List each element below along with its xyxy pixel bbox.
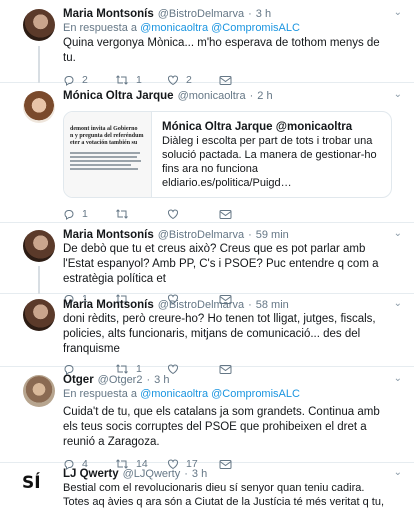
reply-prefix: En respuesta a xyxy=(63,388,137,400)
separator: · xyxy=(184,468,188,480)
tweet[interactable]: Maria Montsonís @BistroDelmarva · 3 h ⌄ … xyxy=(0,0,414,86)
avatar[interactable] xyxy=(23,9,55,41)
timestamp[interactable]: 59 min xyxy=(256,228,289,242)
reply-count: 1 xyxy=(82,208,88,220)
tweet-text: Cuida't de tu, que els catalans ja som g… xyxy=(63,406,380,448)
reply-button[interactable]: 1 xyxy=(63,208,115,220)
separator: · xyxy=(248,229,252,241)
chevron-down-icon[interactable]: ⌄ xyxy=(394,89,402,100)
tweet-actions: 1 xyxy=(63,207,392,221)
author-name[interactable]: Mónica Oltra Jarque xyxy=(63,89,174,103)
author-handle[interactable]: @BistroDelmarva xyxy=(158,298,244,312)
tweet-text: Bestial com el revolucionaris dieu sí se… xyxy=(63,482,384,508)
tweet-text: Quina vergonya Mònica... m'ho esperava d… xyxy=(63,37,380,64)
thumb-text-line xyxy=(70,168,139,170)
author-handle[interactable]: @BistroDelmarva xyxy=(158,7,244,21)
thumb-headline: eter a votación también su xyxy=(70,140,138,146)
avatar[interactable] xyxy=(23,91,55,123)
retweet-icon xyxy=(116,209,128,219)
like-button[interactable] xyxy=(167,208,219,220)
timestamp[interactable]: 3 h xyxy=(192,467,207,481)
tweet[interactable]: Maria Montsonís @BistroDelmarva · 59 min… xyxy=(0,223,414,305)
chevron-down-icon[interactable]: ⌄ xyxy=(394,373,402,384)
reply-to-link[interactable]: @monicaoltra @CompromisALC xyxy=(140,388,300,400)
timestamp[interactable]: 58 min xyxy=(256,298,289,312)
thumb-headline: n y pregunta del referéndum xyxy=(70,133,144,139)
thumb-headline: demont invita al Gobierno xyxy=(70,126,138,132)
chevron-down-icon[interactable]: ⌄ xyxy=(394,228,402,239)
author-name[interactable]: Maria Montsonís xyxy=(63,298,154,312)
thread-line xyxy=(38,266,40,294)
author-name[interactable]: Maria Montsonís xyxy=(63,7,154,21)
author-name[interactable]: Otger xyxy=(63,373,94,387)
thumb-text-line xyxy=(70,160,142,162)
tweet[interactable]: Mónica Oltra Jarque @monicaoltra · 2 h ⌄… xyxy=(0,83,414,223)
dm-icon xyxy=(219,209,232,219)
chevron-down-icon[interactable]: ⌄ xyxy=(394,7,402,18)
separator: · xyxy=(146,374,151,386)
avatar[interactable] xyxy=(23,230,55,262)
timestamp[interactable]: 3 h xyxy=(154,373,169,387)
separator: · xyxy=(248,299,252,311)
like-icon xyxy=(167,209,179,220)
tweet-text: doni rèdits, però creure-ho? Ho tenen to… xyxy=(63,313,376,355)
card-thumbnail: demont invita al Gobierno n y pregunta d… xyxy=(64,112,152,197)
reply-prefix: En respuesta a xyxy=(63,22,137,34)
dm-button[interactable] xyxy=(219,209,271,220)
author-name[interactable]: LJ Qwerty xyxy=(63,467,119,481)
avatar[interactable] xyxy=(23,299,55,331)
thumb-text-line xyxy=(70,164,131,166)
tweet[interactable]: Maria Montsonís @BistroDelmarva · 58 min… xyxy=(0,294,414,375)
reply-icon xyxy=(64,210,74,220)
author-handle[interactable]: @LJQwerty xyxy=(123,467,181,481)
reply-to-link[interactable]: @monicaoltra @CompromisALC xyxy=(140,22,300,34)
reply-context: En respuesta a @monicaoltra @CompromisAL… xyxy=(63,387,392,402)
tweet-feed: Maria Montsonís @BistroDelmarva · 3 h ⌄ … xyxy=(0,0,414,510)
chevron-down-icon[interactable]: ⌄ xyxy=(394,467,402,478)
thread-line xyxy=(38,46,40,83)
tweet[interactable]: SÍ LJ Qwerty @LJQwerty · 3 h ⌄ Bestial c… xyxy=(0,463,414,510)
avatar[interactable] xyxy=(23,375,55,407)
separator: · xyxy=(249,90,254,102)
retweet-button[interactable] xyxy=(115,208,167,220)
quoted-tweet-card[interactable]: demont invita al Gobierno n y pregunta d… xyxy=(63,111,392,198)
author-name[interactable]: Maria Montsonís xyxy=(63,228,154,242)
chevron-down-icon[interactable]: ⌄ xyxy=(394,298,402,309)
timestamp[interactable]: 3 h xyxy=(256,7,271,21)
thumb-text-line xyxy=(70,152,140,154)
tweet-text: De debò que tu et creus això? Creus que … xyxy=(63,243,379,285)
separator: · xyxy=(248,8,252,20)
author-handle[interactable]: @BistroDelmarva xyxy=(158,228,244,242)
reply-context: En respuesta a @monicaoltra @CompromisAL… xyxy=(63,21,392,36)
author-handle[interactable]: @monicaoltra xyxy=(178,89,246,103)
card-title: Mónica Oltra Jarque @monicaoltra xyxy=(162,121,353,133)
avatar[interactable]: SÍ xyxy=(22,473,41,493)
thumb-text-line xyxy=(70,156,137,158)
author-handle[interactable]: @Otger2 xyxy=(98,373,143,387)
timestamp[interactable]: 2 h xyxy=(257,89,272,103)
tweet[interactable]: Otger @Otger2 · 3 h ⌄ En respuesta a @mo… xyxy=(0,367,414,470)
card-description: Diàleg i escolta per part de tots i trob… xyxy=(162,135,377,189)
